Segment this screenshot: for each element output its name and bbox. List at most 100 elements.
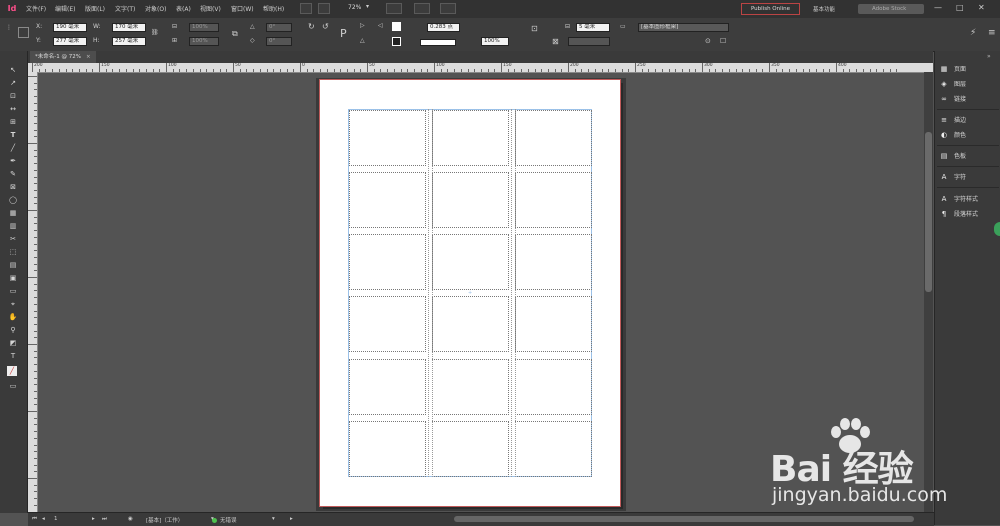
pen-tool-icon[interactable]: ✒ xyxy=(7,156,19,167)
horizontal-ruler[interactable]: 200 150 100 50 0 50 100 150 200 250 300 350 400 xyxy=(28,63,933,73)
direct-selection-tool-icon[interactable]: ↗ xyxy=(7,78,19,89)
collapse-panels-icon[interactable]: » xyxy=(987,53,991,60)
constrain-proportions-icon[interactable]: ⛓ xyxy=(151,29,159,36)
first-page-icon[interactable]: ⏮ xyxy=(32,516,37,523)
placeholder-frame[interactable] xyxy=(349,296,426,352)
page-number-field[interactable]: 1 xyxy=(54,516,58,522)
fitting-icon[interactable]: ⊠ xyxy=(552,37,559,46)
placeholder-frame[interactable] xyxy=(515,296,592,352)
open-doc-icon[interactable]: ◉ xyxy=(128,516,133,522)
workspace-switcher[interactable]: 基本功能 xyxy=(813,5,835,13)
panel-swatches[interactable]: ▤ 色板 xyxy=(939,149,999,163)
placeholder-frame[interactable] xyxy=(349,421,426,477)
zoom-chevron-down-icon[interactable]: ▾ xyxy=(366,3,369,10)
next-page-icon[interactable]: ▸ xyxy=(92,516,95,522)
vertical-scroll-thumb[interactable] xyxy=(925,132,932,292)
placeholder-frame[interactable] xyxy=(349,110,426,166)
menu-window[interactable]: 窗口(W) xyxy=(231,4,254,13)
placeholder-frame[interactable] xyxy=(349,172,426,228)
maximize-icon[interactable]: □ xyxy=(956,3,964,12)
y-position-field[interactable]: 277 毫米 xyxy=(53,37,87,46)
document-tab[interactable]: *未命名-1 @ 72% × xyxy=(30,51,96,63)
placeholder-frame[interactable] xyxy=(515,172,592,228)
line-tool-icon[interactable]: ╱ xyxy=(7,143,19,154)
vertical-ruler[interactable] xyxy=(28,72,38,512)
screen-mode-button[interactable] xyxy=(414,3,430,14)
panel-paragraph-styles[interactable]: ¶ 段落样式 xyxy=(939,207,999,221)
menu-layout[interactable]: 版面(L) xyxy=(85,4,105,13)
opacity-field[interactable]: 100% xyxy=(481,37,509,46)
table-tool-icon[interactable]: ▦ xyxy=(7,208,19,219)
free-transform-tool-icon[interactable]: ⬚ xyxy=(7,247,19,258)
note-tool-icon[interactable]: ▭ xyxy=(7,286,19,297)
fill-swatch-icon[interactable] xyxy=(392,22,401,31)
view-options-button[interactable] xyxy=(386,3,402,14)
gradient-feather-tool-icon[interactable]: ▣ xyxy=(7,273,19,284)
type-tool-icon[interactable]: T xyxy=(7,130,19,141)
object-style-select[interactable]: [基本图形框架] xyxy=(638,23,729,32)
stroke-type-swatch[interactable] xyxy=(420,39,456,46)
bridge-button[interactable] xyxy=(300,3,312,14)
placeholder-frame[interactable] xyxy=(515,110,592,166)
auto-fit-icon[interactable]: ⊡ xyxy=(531,24,538,33)
rotation-angle-field[interactable]: 0° xyxy=(266,23,292,32)
apply-none-icon[interactable]: ╱ xyxy=(7,366,17,376)
preflight-menu-icon[interactable]: ▸ xyxy=(290,516,293,522)
height-field[interactable]: 257 毫米 xyxy=(112,37,146,46)
menu-file[interactable]: 文件(F) xyxy=(26,4,46,13)
minibridge-button[interactable] xyxy=(318,3,330,14)
grid-tool-icon[interactable]: ▥ xyxy=(7,221,19,232)
minimize-icon[interactable]: — xyxy=(934,3,942,12)
menu-object[interactable]: 对象(O) xyxy=(145,4,166,13)
panel-links[interactable]: ∞ 链接 xyxy=(939,92,999,106)
hand-tool-icon[interactable]: ✋ xyxy=(7,312,19,323)
preflight-status[interactable]: 无错误 xyxy=(212,516,237,524)
placeholder-frame[interactable] xyxy=(432,172,509,228)
menu-edit[interactable]: 编辑(E) xyxy=(55,4,75,13)
panel-color[interactable]: ◐ 颜色 xyxy=(939,128,999,142)
screen-mode-icon[interactable]: ▭ xyxy=(7,381,19,392)
formatting-affects-text-icon[interactable]: T xyxy=(7,351,19,362)
placeholder-frame[interactable] xyxy=(432,234,509,290)
scale-y-field[interactable]: 100% xyxy=(189,37,219,46)
menu-type[interactable]: 文字(T) xyxy=(115,4,135,13)
zoom-tool-icon[interactable]: ⚲ xyxy=(7,325,19,336)
publish-online-button[interactable]: Publish Online xyxy=(741,3,800,15)
gap-tool-icon[interactable]: ↔ xyxy=(7,104,19,115)
new-object-style-icon[interactable]: ☐ xyxy=(720,37,726,45)
prev-page-icon[interactable]: ◂ xyxy=(42,516,45,522)
menu-table[interactable]: 表(A) xyxy=(176,4,191,13)
placeholder-frame[interactable] xyxy=(432,296,509,352)
placeholder-frame[interactable] xyxy=(349,234,426,290)
preflight-profile[interactable]: [基本]（工作） xyxy=(146,516,183,524)
zoom-level[interactable]: 72% xyxy=(348,4,361,11)
pencil-tool-icon[interactable]: ✎ xyxy=(7,169,19,180)
panel-layers[interactable]: ◈ 图层 xyxy=(939,77,999,91)
placeholder-frame[interactable] xyxy=(432,110,509,166)
rectangle-frame-tool-icon[interactable]: ⊠ xyxy=(7,182,19,193)
lightning-icon[interactable]: ⚡ xyxy=(970,28,976,38)
width-field[interactable]: 170 毫米 xyxy=(112,23,146,32)
flip-horizontal-icon[interactable]: ▷ xyxy=(360,22,365,29)
select-prev-icon[interactable]: ◁ xyxy=(378,22,383,29)
placeholder-frame[interactable] xyxy=(432,421,509,477)
ellipse-tool-icon[interactable]: ◯ xyxy=(7,195,19,206)
rotate-ccw-icon[interactable]: ↺ xyxy=(322,22,329,31)
tab-close-icon[interactable]: × xyxy=(86,54,91,60)
panel-menu-icon[interactable]: ≡ xyxy=(988,28,996,38)
preflight-chevron-icon[interactable]: ▾ xyxy=(272,516,275,522)
scissors-tool-icon[interactable]: ✂ xyxy=(7,234,19,245)
rotate-cw-icon[interactable]: ↻ xyxy=(308,22,315,31)
menu-help[interactable]: 帮助(H) xyxy=(263,4,284,13)
side-assistant-button[interactable] xyxy=(994,222,1000,236)
scale-x-field[interactable]: 100% xyxy=(189,23,219,32)
placeholder-frame[interactable] xyxy=(432,359,509,415)
panel-pages[interactable]: ▦ 页面 xyxy=(939,62,999,76)
stroke-weight-field[interactable]: 0.283 点 xyxy=(427,23,460,32)
panel-stroke[interactable]: ≡ 描边 xyxy=(939,113,999,127)
panel-character[interactable]: A 字符 xyxy=(939,170,999,184)
reference-point-icon[interactable] xyxy=(18,27,29,38)
default-fill-stroke-icon[interactable]: ◩ xyxy=(7,338,19,349)
x-position-field[interactable]: 190 毫米 xyxy=(53,23,87,32)
gradient-swatch-tool-icon[interactable]: ▤ xyxy=(7,260,19,271)
